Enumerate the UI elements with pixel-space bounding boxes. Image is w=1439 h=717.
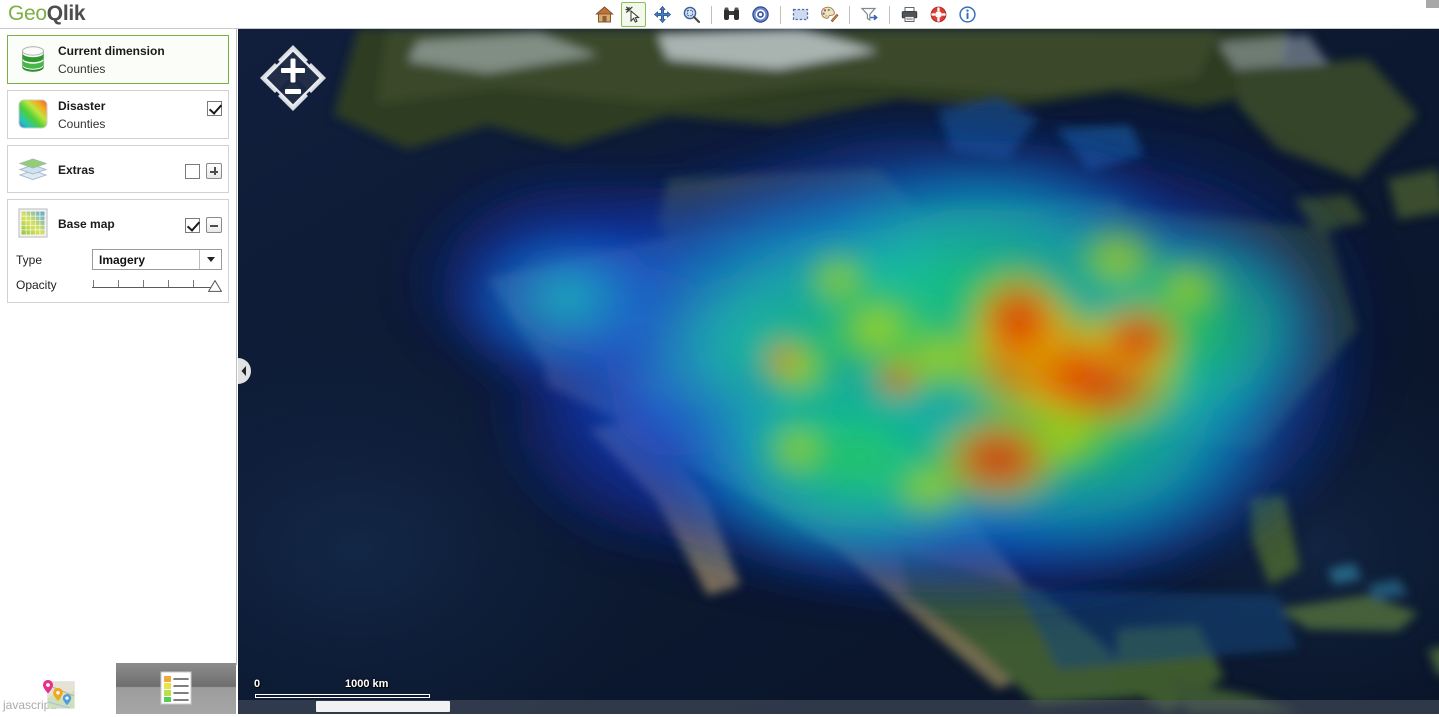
layer-basemap[interactable]: Base map Type Imagery Opacity: [7, 199, 229, 303]
horizontal-scrollbar-thumb[interactable]: [316, 701, 450, 712]
binoculars-icon: [722, 5, 741, 24]
logo-geo-text: Geo: [8, 2, 47, 25]
chevron-down-icon: [199, 250, 221, 269]
legend-icon: [158, 670, 194, 706]
layer-basemap-controls: [185, 213, 222, 233]
layer-basemap-visibility-checkbox[interactable]: [185, 218, 200, 233]
main-toolbar: [590, 0, 982, 29]
basemap-type-select[interactable]: Imagery: [92, 249, 222, 270]
map-scale-bar: 0 1000 km: [250, 678, 480, 702]
map-imagery: [238, 29, 1439, 714]
scale-min-label: 0: [254, 678, 260, 690]
help-button[interactable]: [926, 2, 951, 27]
vertical-scrollbar-nub[interactable]: [1426, 0, 1439, 8]
help-ring-icon: [929, 5, 948, 24]
slider-tick: [168, 280, 169, 287]
map-canvas[interactable]: 0 1000 km: [238, 29, 1439, 714]
layer-disaster-text: Disaster Counties: [58, 97, 207, 132]
logo-qlik-text: Qlik: [47, 2, 85, 25]
slider-tick: [118, 280, 119, 287]
print-button[interactable]: [897, 2, 922, 27]
current-dimension-title: Current dimension: [58, 44, 222, 59]
slider-tick: [93, 280, 94, 287]
basemap-type-row: Type Imagery: [8, 246, 228, 273]
print-icon: [900, 5, 919, 24]
slider-tick: [143, 280, 144, 287]
selection-box-icon: [791, 5, 810, 24]
scale-bar-line: [255, 694, 430, 698]
horizontal-scrollbar[interactable]: [238, 700, 1439, 714]
stacked-layers-icon: [16, 152, 50, 186]
panel-collapse-handle[interactable]: [238, 358, 251, 384]
status-bar: javascript:: [0, 665, 238, 714]
zoom-button[interactable]: [679, 2, 704, 27]
map-navigation-control[interactable]: [257, 42, 329, 114]
zoom-icon: [682, 5, 701, 24]
app-logo: GeoQlik: [8, 2, 85, 26]
basemap-grid-icon: [16, 206, 50, 240]
select-button[interactable]: [621, 2, 646, 27]
layer-extras-text: Extras: [58, 161, 185, 178]
layer-extras-title: Extras: [58, 163, 185, 178]
locate-button[interactable]: [748, 2, 773, 27]
toolbar-separator: [780, 6, 781, 24]
palette-icon: [820, 5, 839, 24]
scale-max-label: 1000 km: [345, 678, 388, 690]
database-icon: [16, 42, 50, 76]
layer-disaster-row: Disaster Counties: [8, 91, 228, 138]
select-wand-icon: [624, 5, 643, 24]
zoom-out-icon: [285, 89, 301, 94]
layer-disaster[interactable]: Disaster Counties: [7, 90, 229, 139]
basemap-opacity-row: Opacity: [8, 273, 228, 302]
current-dimension-box[interactable]: Current dimension Counties: [7, 35, 229, 84]
layer-basemap-title: Base map: [58, 217, 185, 232]
search-button[interactable]: [719, 2, 744, 27]
basemap-opacity-slider[interactable]: [92, 276, 222, 294]
layer-extras-row: Extras: [8, 146, 228, 192]
pan-button[interactable]: [650, 2, 675, 27]
layer-disaster-title: Disaster: [58, 99, 207, 114]
current-dimension-text: Current dimension Counties: [58, 42, 222, 77]
current-dimension-value: Counties: [58, 61, 222, 77]
toolbar-separator: [711, 6, 712, 24]
info-icon: [958, 5, 977, 24]
target-icon: [751, 5, 770, 24]
layer-basemap-text: Base map: [58, 215, 185, 232]
maps-taskbar-button[interactable]: [40, 676, 76, 712]
layer-basemap-row: Base map: [8, 200, 228, 246]
about-button[interactable]: [955, 2, 980, 27]
layer-basemap-collapse-button[interactable]: [206, 217, 222, 233]
layer-extras-expand-button[interactable]: [206, 163, 222, 179]
basemap-type-label: Type: [16, 253, 92, 267]
layer-extras-controls: [185, 159, 222, 179]
top-bar: GeoQlik: [0, 0, 1439, 29]
slider-tick: [193, 280, 194, 287]
slider-handle[interactable]: [208, 280, 222, 292]
filter-icon: [860, 5, 879, 24]
home-button[interactable]: [592, 2, 617, 27]
current-dimension-row: Current dimension Counties: [8, 36, 228, 83]
heatmap-gradient-icon: [16, 97, 50, 131]
legend-taskbar-button[interactable]: [116, 663, 236, 714]
basemap-type-value: Imagery: [99, 253, 145, 267]
layer-disaster-controls: [207, 97, 222, 116]
filter-button[interactable]: [857, 2, 882, 27]
layer-extras-visibility-checkbox[interactable]: [185, 164, 200, 179]
layer-disaster-visibility-checkbox[interactable]: [207, 101, 222, 116]
basemap-opacity-label: Opacity: [16, 278, 92, 292]
home-icon: [595, 5, 614, 24]
layer-extras[interactable]: Extras: [7, 145, 229, 193]
layers-panel: Current dimension Counties: [0, 29, 237, 714]
pan-move-icon: [653, 5, 672, 24]
layer-disaster-subtitle: Counties: [58, 116, 207, 132]
selection-button[interactable]: [788, 2, 813, 27]
theme-button[interactable]: [817, 2, 842, 27]
toolbar-separator: [889, 6, 890, 24]
slider-track: [92, 287, 218, 288]
toolbar-separator: [849, 6, 850, 24]
